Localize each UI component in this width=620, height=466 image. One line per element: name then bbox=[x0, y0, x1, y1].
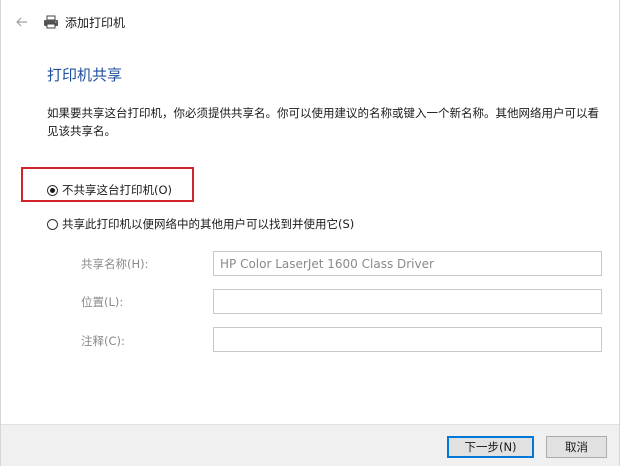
location-input[interactable] bbox=[213, 289, 602, 314]
page-heading: 打印机共享 bbox=[47, 66, 123, 84]
back-arrow-icon[interactable] bbox=[15, 15, 29, 29]
window-title: 添加打印机 bbox=[65, 15, 126, 30]
radio-share-label: 共享此打印机以便网络中的其他用户可以找到并使用它(S) bbox=[62, 217, 355, 231]
cancel-button[interactable]: 取消 bbox=[546, 436, 607, 458]
comment-label: 注释(C): bbox=[81, 334, 125, 348]
comment-input[interactable] bbox=[213, 327, 602, 352]
share-name-label: 共享名称(H): bbox=[81, 257, 149, 271]
radio-selected-dot bbox=[50, 187, 55, 193]
share-name-input[interactable] bbox=[213, 251, 602, 276]
radio-no-share-indicator[interactable] bbox=[47, 184, 58, 196]
title-bar: 添加打印机 bbox=[15, 10, 125, 34]
add-printer-window: 添加打印机 打印机共享 如果要共享这台打印机，你必须提供共享名。你可以使用建议的… bbox=[0, 0, 620, 466]
radio-no-share-label: 不共享这台打印机(O) bbox=[62, 183, 173, 197]
next-button[interactable]: 下一步(N) bbox=[447, 436, 534, 458]
dialog-footer: 下一步(N) 取消 bbox=[1, 424, 619, 466]
radio-no-share[interactable]: 不共享这台打印机(O) bbox=[47, 182, 172, 198]
radio-share-indicator[interactable] bbox=[47, 218, 58, 230]
printer-icon bbox=[43, 14, 59, 30]
radio-share[interactable]: 共享此打印机以便网络中的其他用户可以找到并使用它(S) bbox=[47, 216, 354, 232]
page-description: 如果要共享这台打印机，你必须提供共享名。你可以使用建议的名称或键入一个新名称。其… bbox=[47, 106, 599, 138]
location-label: 位置(L): bbox=[81, 295, 124, 309]
